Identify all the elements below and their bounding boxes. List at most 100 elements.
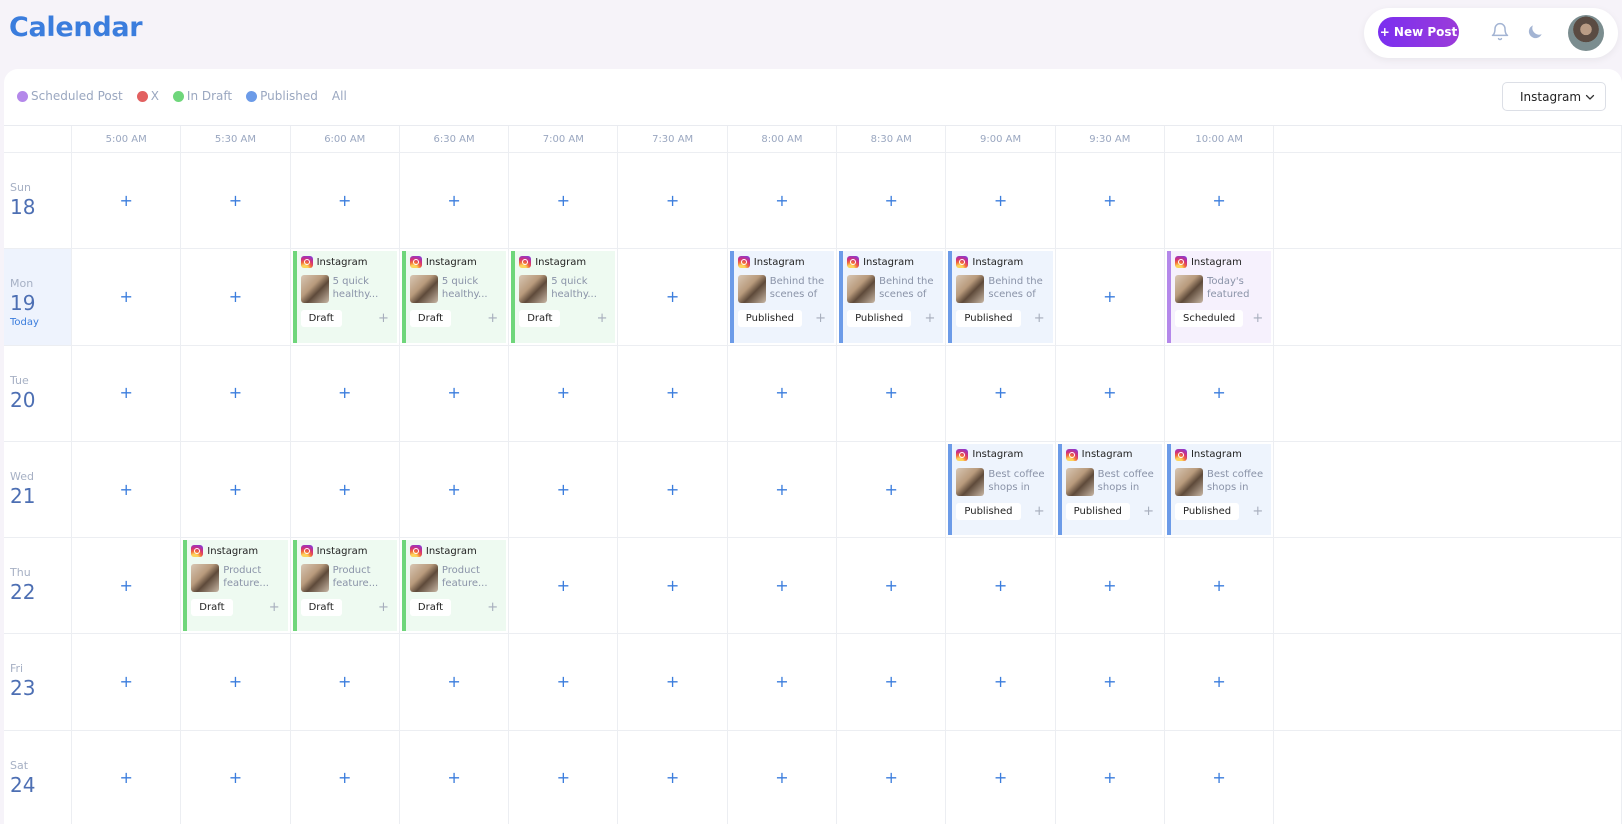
legend-scheduled-post[interactable]: Scheduled Post xyxy=(17,89,123,103)
post-card[interactable]: Instagram Product feature... Draft + xyxy=(401,540,507,632)
add-post-slot-button[interactable]: + xyxy=(885,577,898,594)
add-post-slot-button[interactable]: + xyxy=(447,674,460,690)
post-card[interactable]: Instagram 5 quick healthy... Draft + xyxy=(511,251,616,343)
add-post-slot-button[interactable]: + xyxy=(338,770,351,786)
add-post-slot-button[interactable]: + xyxy=(666,192,679,209)
add-post-slot-button[interactable]: + xyxy=(557,770,570,786)
add-post-slot-button[interactable]: + xyxy=(775,770,788,786)
legend-all[interactable]: All xyxy=(332,89,347,103)
add-post-slot-button[interactable]: + xyxy=(338,385,351,401)
post-card[interactable]: Instagram Product feature... Draft + xyxy=(292,540,397,632)
post-card[interactable]: Instagram Best coffee shops in the... Publ… xyxy=(1166,443,1272,536)
post-add-icon[interactable]: + xyxy=(815,312,826,325)
add-post-slot-button[interactable]: + xyxy=(1103,770,1116,786)
add-post-slot-button[interactable]: + xyxy=(229,192,242,209)
add-post-slot-button[interactable]: + xyxy=(994,770,1007,786)
add-post-slot-button[interactable]: + xyxy=(447,192,460,209)
post-card[interactable]: Instagram Behind the scenes of ou... Publi… xyxy=(729,251,835,343)
add-post-slot-button[interactable]: + xyxy=(229,770,242,786)
post-card[interactable]: Instagram 5 quick healthy... Draft + xyxy=(292,251,397,343)
add-post-slot-button[interactable]: + xyxy=(994,192,1007,209)
post-add-icon[interactable]: + xyxy=(924,312,935,325)
add-post-slot-button[interactable]: + xyxy=(447,770,460,786)
avatar[interactable] xyxy=(1568,15,1604,51)
post-add-icon[interactable]: + xyxy=(1252,505,1263,518)
add-post-slot-button[interactable]: + xyxy=(557,385,570,401)
add-post-slot-button[interactable]: + xyxy=(119,288,132,305)
add-post-slot-button[interactable]: + xyxy=(557,481,570,498)
add-post-slot-button[interactable]: + xyxy=(338,192,351,209)
add-post-slot-button[interactable]: + xyxy=(119,481,132,498)
post-add-icon[interactable]: + xyxy=(1034,505,1045,518)
add-post-slot-button[interactable]: + xyxy=(447,385,460,401)
add-post-slot-button[interactable]: + xyxy=(557,192,570,209)
bell-icon[interactable] xyxy=(1490,22,1510,42)
add-post-slot-button[interactable]: + xyxy=(1212,385,1225,401)
add-post-slot-button[interactable]: + xyxy=(119,674,132,690)
add-post-slot-button[interactable]: + xyxy=(229,288,242,305)
post-card[interactable]: Instagram Best coffee shops in the... Publ… xyxy=(948,443,1053,536)
post-add-icon[interactable]: + xyxy=(269,601,280,614)
add-post-slot-button[interactable]: + xyxy=(338,674,351,690)
add-post-slot-button[interactable]: + xyxy=(229,385,242,401)
add-post-slot-button[interactable]: + xyxy=(1103,674,1116,690)
add-post-slot-button[interactable]: + xyxy=(775,385,788,401)
add-post-slot-button[interactable]: + xyxy=(119,192,132,209)
add-post-slot-button[interactable]: + xyxy=(885,481,898,498)
post-add-icon[interactable]: + xyxy=(378,601,389,614)
add-post-slot-button[interactable]: + xyxy=(775,192,788,209)
new-post-button[interactable]: + New Post xyxy=(1378,17,1459,47)
add-post-slot-button[interactable]: + xyxy=(338,481,351,498)
add-post-slot-button[interactable]: + xyxy=(885,770,898,786)
post-card[interactable]: Instagram Behind the scenes of ou... Publi… xyxy=(839,251,944,343)
post-card[interactable]: Instagram 5 quick healthy... Draft + xyxy=(401,251,507,343)
add-post-slot-button[interactable]: + xyxy=(666,288,679,305)
add-post-slot-button[interactable]: + xyxy=(447,481,460,498)
legend-in-draft[interactable]: In Draft xyxy=(172,89,232,103)
add-post-slot-button[interactable]: + xyxy=(775,577,788,594)
post-card[interactable]: Instagram Behind the scenes of ou... Publi… xyxy=(948,251,1053,343)
post-card[interactable]: Instagram Product feature... Draft + xyxy=(183,540,288,632)
add-post-slot-button[interactable]: + xyxy=(229,674,242,690)
add-post-slot-button[interactable]: + xyxy=(1212,770,1225,786)
post-add-icon[interactable]: + xyxy=(597,312,608,325)
moon-icon[interactable] xyxy=(1525,22,1545,42)
add-post-slot-button[interactable]: + xyxy=(994,577,1007,594)
add-post-slot-button[interactable]: + xyxy=(119,385,132,401)
add-post-slot-button[interactable]: + xyxy=(666,481,679,498)
add-post-slot-button[interactable]: + xyxy=(557,674,570,690)
add-post-slot-button[interactable]: + xyxy=(775,674,788,690)
post-card[interactable]: Instagram Today's featured stor... Schedul… xyxy=(1166,251,1272,343)
post-add-icon[interactable]: + xyxy=(1252,312,1263,325)
post-card[interactable]: Instagram Best coffee shops in the... Publ… xyxy=(1057,443,1162,536)
add-post-slot-button[interactable]: + xyxy=(666,385,679,401)
add-post-slot-button[interactable]: + xyxy=(119,577,132,594)
add-post-slot-button[interactable]: + xyxy=(885,674,898,690)
add-post-slot-button[interactable]: + xyxy=(1103,577,1116,594)
add-post-slot-button[interactable]: + xyxy=(1103,192,1116,209)
post-add-icon[interactable]: + xyxy=(487,312,498,325)
post-add-icon[interactable]: + xyxy=(1034,312,1045,325)
add-post-slot-button[interactable]: + xyxy=(1212,192,1225,209)
add-post-slot-button[interactable]: + xyxy=(666,674,679,690)
legend-x[interactable]: X xyxy=(136,89,159,103)
add-post-slot-button[interactable]: + xyxy=(1103,385,1116,401)
add-post-slot-button[interactable]: + xyxy=(994,385,1007,401)
post-add-icon[interactable]: + xyxy=(1143,505,1154,518)
add-post-slot-button[interactable]: + xyxy=(885,192,898,209)
add-post-slot-button[interactable]: + xyxy=(775,481,788,498)
add-post-slot-button[interactable]: + xyxy=(666,577,679,594)
legend-published[interactable]: Published xyxy=(246,89,318,103)
post-add-icon[interactable]: + xyxy=(378,312,389,325)
post-add-icon[interactable]: + xyxy=(487,601,498,614)
add-post-slot-button[interactable]: + xyxy=(229,481,242,498)
add-post-slot-button[interactable]: + xyxy=(1103,288,1116,305)
platform-select[interactable]: Instagram xyxy=(1502,82,1606,111)
add-post-slot-button[interactable]: + xyxy=(1212,577,1225,594)
add-post-slot-button[interactable]: + xyxy=(1212,674,1225,690)
add-post-slot-button[interactable]: + xyxy=(666,770,679,786)
add-post-slot-button[interactable]: + xyxy=(885,385,898,401)
add-post-slot-button[interactable]: + xyxy=(119,770,132,786)
add-post-slot-button[interactable]: + xyxy=(557,577,570,594)
add-post-slot-button[interactable]: + xyxy=(994,674,1007,690)
